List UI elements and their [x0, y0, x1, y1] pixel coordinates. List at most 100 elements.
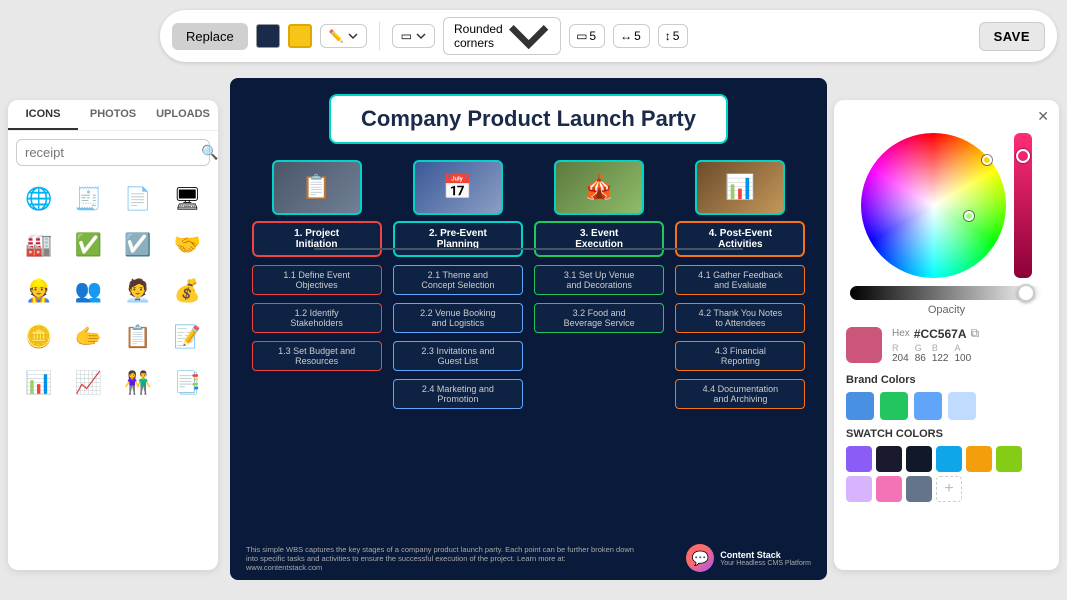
- shape-dropdown[interactable]: ▭: [392, 24, 435, 48]
- col4-child1[interactable]: 4.1 Gather Feedbackand Evaluate: [675, 265, 805, 295]
- col3-child2[interactable]: 3.2 Food andBeverage Service: [534, 303, 664, 333]
- rounded-corners-label: Rounded corners: [454, 22, 503, 50]
- num-value-3: 5: [673, 29, 680, 43]
- close-button[interactable]: ✕: [1037, 108, 1049, 125]
- hex-value[interactable]: #CC567A: [914, 327, 967, 341]
- search-icon[interactable]: 🔍: [201, 144, 218, 161]
- content-stack-logo: 💬 Content Stack Your Headless CMS Platfo…: [686, 544, 811, 572]
- icon-cell-report[interactable]: 📈: [66, 362, 112, 404]
- icon-cell-coin[interactable]: 🪙: [16, 316, 62, 358]
- icon-cell-server[interactable]: 🖥: [165, 178, 211, 220]
- save-button[interactable]: SAVE: [979, 22, 1045, 51]
- col2-child2[interactable]: 2.2 Venue Bookingand Logistics: [393, 303, 523, 333]
- swatch-sky[interactable]: [936, 446, 962, 472]
- color-info: Hex #CC567A ⧉ R 204 G 86 B 122 A: [834, 320, 1059, 370]
- icon-cell-hand[interactable]: 🫱: [66, 316, 112, 358]
- icon-cell-receipt[interactable]: 🧾: [66, 178, 112, 220]
- col1-child1[interactable]: 1.1 Define EventObjectives: [252, 265, 382, 295]
- icon-cell-factory[interactable]: 🏭: [16, 224, 62, 266]
- g-value: G 86: [915, 343, 926, 364]
- icon-cell-chart[interactable]: 📊: [16, 362, 62, 404]
- num-input-3[interactable]: ↕ 5: [658, 24, 689, 48]
- col4-node[interactable]: 4. Post-EventActivities: [675, 221, 805, 257]
- wbs-col-3: 🎪 3. EventExecution 3.1 Set Up Venueand …: [534, 160, 664, 409]
- wheel-cursor-main: [964, 211, 974, 221]
- rounded-corners-dropdown[interactable]: Rounded corners: [443, 17, 561, 55]
- col1-child3[interactable]: 1.3 Set Budget andResources: [252, 341, 382, 371]
- wbs-col-4: 📊 4. Post-EventActivities 4.1 Gather Fee…: [675, 160, 805, 409]
- brightness-slider[interactable]: [850, 286, 1043, 300]
- swatch-purple[interactable]: [846, 446, 872, 472]
- icon-cell-checklist[interactable]: 📑: [165, 362, 211, 404]
- icon-cell-document[interactable]: 📄: [115, 178, 161, 220]
- num-input-2[interactable]: ↔ 5: [613, 24, 650, 48]
- col2-child3[interactable]: 2.3 Invitations andGuest List: [393, 341, 523, 371]
- swatch-add-button[interactable]: +: [936, 476, 962, 502]
- brand-swatch-green[interactable]: [880, 392, 908, 420]
- swatch-lavender[interactable]: [846, 476, 872, 502]
- canvas-area: Company Product Launch Party 📋 1. Projec…: [230, 78, 827, 580]
- toolbar: Replace ✏️ ▭ Rounded corners ▭ 5 ↔ 5 ↕ 5…: [160, 10, 1057, 62]
- swatch-darknavy[interactable]: [876, 446, 902, 472]
- width-icon: ↔: [620, 29, 632, 43]
- a-value: A 100: [955, 343, 972, 364]
- opacity-label: Opacity: [850, 304, 1043, 316]
- border-icon: ▭: [576, 29, 587, 43]
- col2-child4[interactable]: 2.4 Marketing andPromotion: [393, 379, 523, 409]
- col1-child2[interactable]: 1.2 IdentifyStakeholders: [252, 303, 382, 333]
- selected-color-box[interactable]: [846, 327, 882, 363]
- logo-icon: 💬: [686, 544, 714, 572]
- col4-child3[interactable]: 4.3 FinancialReporting: [675, 341, 805, 371]
- wbs-col-2: 📅 2. Pre-EventPlanning 2.1 Theme andConc…: [393, 160, 523, 409]
- icon-cell-check-outline[interactable]: ☑️: [115, 224, 161, 266]
- saturation-bar[interactable]: [1014, 133, 1032, 278]
- search-input[interactable]: [25, 145, 201, 160]
- swatch-black[interactable]: [906, 446, 932, 472]
- icon-cell-check-circle[interactable]: ✅: [66, 224, 112, 266]
- swatch-amber[interactable]: [966, 446, 992, 472]
- logo-name: Content Stack: [720, 550, 811, 560]
- copy-icon[interactable]: ⧉: [971, 326, 980, 341]
- col4-child4[interactable]: 4.4 Documentationand Archiving: [675, 379, 805, 409]
- a-num: 100: [955, 353, 972, 364]
- chevron-down-icon3: [507, 23, 550, 49]
- swatch-lime[interactable]: [996, 446, 1022, 472]
- b-num: 122: [932, 353, 949, 364]
- swatch-grid: +: [846, 446, 1047, 502]
- search-bar: 🔍: [16, 139, 210, 166]
- col3-node[interactable]: 3. EventExecution: [534, 221, 664, 257]
- logo-text-container: Content Stack Your Headless CMS Platform: [720, 550, 811, 567]
- icon-cell-handshake[interactable]: 🤝: [165, 224, 211, 266]
- num-value-1: 5: [589, 29, 596, 43]
- col4-child2[interactable]: 4.2 Thank You Notesto Attendees: [675, 303, 805, 333]
- num-input-1[interactable]: ▭ 5: [569, 24, 605, 48]
- icon-cell-worker[interactable]: 👷: [16, 270, 62, 312]
- wbs-columns: 📋 1. ProjectInitiation 1.1 Define EventO…: [246, 160, 811, 409]
- icon-cell-globe[interactable]: 🌐: [16, 178, 62, 220]
- color-swatch-dark[interactable]: [256, 24, 280, 48]
- icon-cell-money[interactable]: 💰: [165, 270, 211, 312]
- replace-button[interactable]: Replace: [172, 23, 248, 50]
- tab-icons[interactable]: ICONS: [8, 100, 78, 130]
- swatch-slate[interactable]: [906, 476, 932, 502]
- brand-swatch-pale[interactable]: [948, 392, 976, 420]
- color-values: Hex #CC567A ⧉ R 204 G 86 B 122 A: [892, 326, 1047, 364]
- icon-cell-team[interactable]: 👥: [66, 270, 112, 312]
- icon-cell-person[interactable]: 🧑‍💼: [115, 270, 161, 312]
- col3-child1[interactable]: 3.1 Set Up Venueand Decorations: [534, 265, 664, 295]
- icon-grid: 🌐 🧾 📄 🖥 🏭 ✅ ☑️ 🤝 👷 👥 🧑‍💼 💰 🪙 🫱 📋 📝 📊 📈 👫…: [8, 174, 218, 408]
- col1-node[interactable]: 1. ProjectInitiation: [252, 221, 382, 257]
- brand-swatch-lightblue[interactable]: [914, 392, 942, 420]
- color-swatch-yellow[interactable]: [288, 24, 312, 48]
- tab-uploads[interactable]: UPLOADS: [148, 100, 218, 130]
- icon-cell-team2[interactable]: 👫: [115, 362, 161, 404]
- icon-cell-clipboard[interactable]: 📋: [115, 316, 161, 358]
- style-dropdown[interactable]: ✏️: [320, 24, 367, 48]
- icon-cell-notes[interactable]: 📝: [165, 316, 211, 358]
- col2-node[interactable]: 2. Pre-EventPlanning: [393, 221, 523, 257]
- tab-photos[interactable]: PHOTOS: [78, 100, 148, 130]
- col2-photo: 📅: [413, 160, 503, 215]
- brand-swatch-blue[interactable]: [846, 392, 874, 420]
- swatch-pink[interactable]: [876, 476, 902, 502]
- col2-child1[interactable]: 2.1 Theme andConcept Selection: [393, 265, 523, 295]
